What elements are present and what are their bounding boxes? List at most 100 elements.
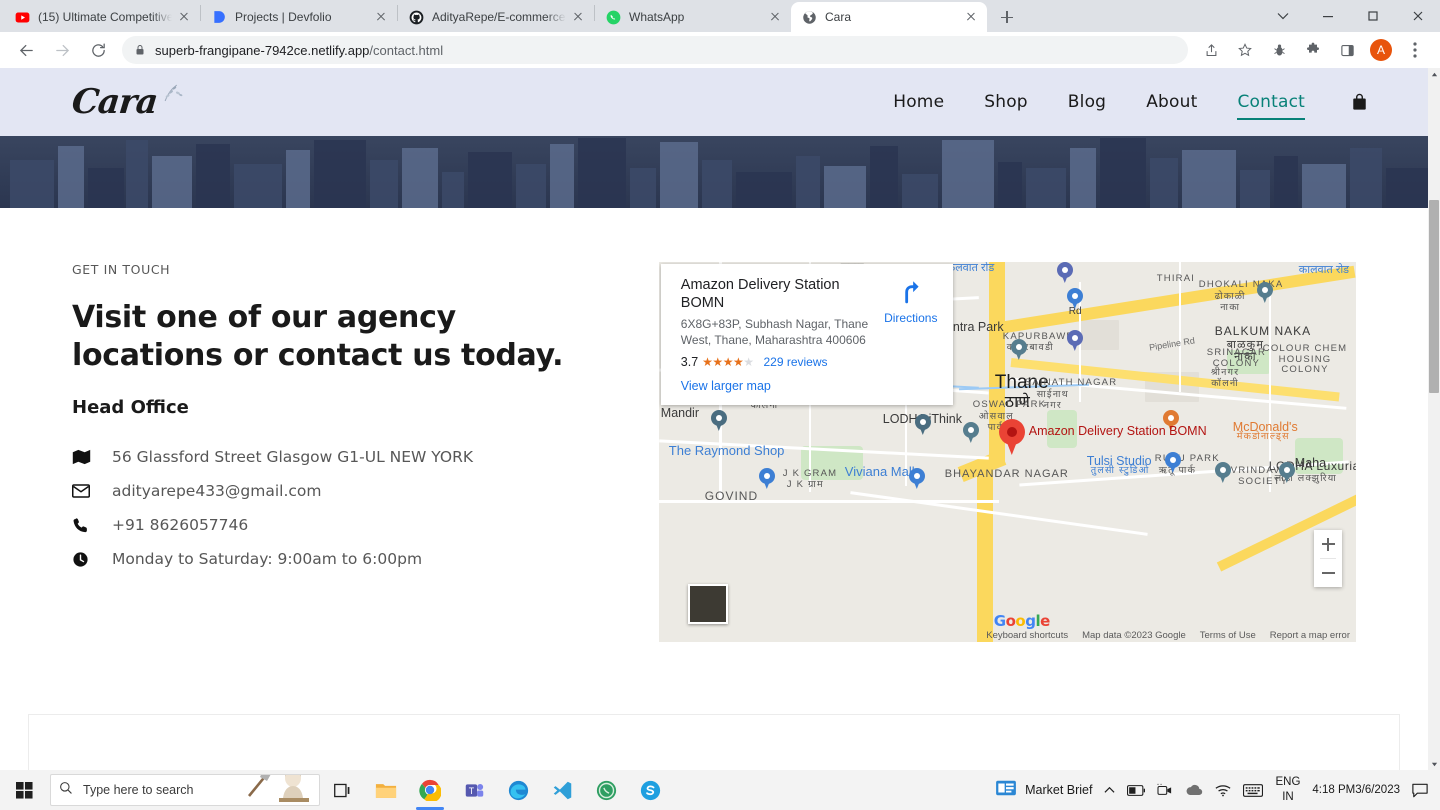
zoom-in-button[interactable] (1314, 530, 1342, 558)
tab-strip: (15) Ultimate Competitive Progra Project… (0, 0, 1440, 32)
rating-value: 3.7 (680, 354, 699, 369)
map-pin (758, 468, 775, 490)
browser-tab[interactable]: (15) Ultimate Competitive Progra (4, 2, 200, 32)
task-view-icon[interactable] (320, 770, 364, 810)
skype-icon[interactable] (628, 770, 672, 810)
map-icon (72, 449, 112, 465)
wifi-icon[interactable] (1209, 770, 1237, 810)
report-map-error-link[interactable]: Report a map error (1270, 630, 1350, 641)
search-illustration-icon (245, 775, 315, 805)
start-button[interactable] (0, 770, 48, 810)
map-pin (710, 410, 727, 432)
teams-icon[interactable]: T (452, 770, 496, 810)
search-input[interactable]: Type here to search (50, 774, 320, 806)
clock[interactable]: 4:18 PM 3/6/2023 (1306, 770, 1406, 810)
reload-icon[interactable] (84, 36, 112, 64)
close-icon[interactable] (176, 9, 192, 25)
hero-banner (0, 136, 1428, 208)
site-logo[interactable]: Cara (69, 82, 183, 122)
google-map[interactable]: PAWAR NAGAR GARDENS उज्ज्वलगार्डन्स वहार… (658, 262, 1356, 642)
map-marker-primary[interactable] (998, 419, 1025, 455)
place-address: 6X8G+83P, Subhash Nagar, Thane West, Tha… (680, 317, 869, 348)
contact-detail-email: adityarepe433@gmail.com (72, 474, 630, 508)
close-icon[interactable] (373, 9, 389, 25)
svg-text:T: T (468, 786, 474, 796)
review-count-link[interactable]: 229 reviews (763, 355, 827, 369)
vscode-icon[interactable] (540, 770, 584, 810)
share-icon[interactable] (1197, 36, 1225, 64)
map-satellite-thumbnail[interactable] (687, 584, 728, 624)
bug-extension-icon[interactable] (1265, 36, 1293, 64)
logo-text: Cara (69, 82, 160, 122)
file-explorer-icon[interactable] (364, 770, 408, 810)
camera-icon[interactable] (1151, 770, 1179, 810)
nav-item-about[interactable]: About (1126, 88, 1217, 116)
tab-search-icon[interactable] (1260, 0, 1305, 32)
map-pin (1010, 339, 1027, 361)
news-widget-icon (995, 779, 1017, 802)
side-panel-icon[interactable] (1333, 36, 1361, 64)
zoom-out-button[interactable] (1314, 559, 1342, 587)
directions-block[interactable]: Directions (883, 276, 939, 393)
edge-icon[interactable] (496, 770, 540, 810)
bookmark-star-icon[interactable] (1231, 36, 1259, 64)
scroll-up-arrow-icon[interactable] (1428, 68, 1440, 80)
map-attribution: Keyboard shortcuts Map data ©2023 Google… (659, 628, 1356, 642)
site-header: Cara Home Shop Blog About Contact (0, 68, 1428, 136)
contact-detail-hours: Monday to Saturday: 9:00am to 6:00pm (72, 542, 630, 576)
close-icon[interactable] (570, 9, 586, 25)
notification-icon[interactable] (1406, 770, 1434, 810)
maximize-button[interactable] (1350, 0, 1395, 32)
nav-item-home[interactable]: Home (873, 88, 964, 116)
contact-details-list: 56 Glassford Street Glasgow G1-UL NEW YO… (72, 440, 630, 576)
site-navigation: Home Shop Blog About Contact (873, 88, 1368, 120)
browser-chrome: (15) Ultimate Competitive Progra Project… (0, 0, 1440, 68)
minimize-button[interactable] (1305, 0, 1350, 32)
nav-item-contact[interactable]: Contact (1217, 88, 1325, 120)
extensions-puzzle-icon[interactable] (1299, 36, 1327, 64)
profile-avatar[interactable]: A (1370, 39, 1392, 61)
language-indicator[interactable]: ENG IN (1269, 770, 1306, 810)
close-icon[interactable] (963, 9, 979, 25)
map-pin (1056, 262, 1073, 284)
place-title: Amazon Delivery Station BOMN (680, 277, 840, 312)
chrome-icon[interactable] (408, 770, 452, 810)
close-window-button[interactable] (1395, 0, 1440, 32)
section-eyebrow: GET IN TOUCH (72, 262, 171, 277)
back-icon[interactable] (12, 36, 40, 64)
terms-of-use-link[interactable]: Terms of Use (1200, 630, 1256, 641)
view-larger-map-link[interactable]: View larger map (681, 379, 875, 393)
page-scrollbar[interactable] (1428, 68, 1440, 770)
browser-tab[interactable]: WhatsApp (595, 2, 791, 32)
battery-icon[interactable] (1121, 770, 1151, 810)
browser-tab[interactable]: Projects | Devfolio (201, 2, 397, 32)
whatsapp-green-icon[interactable] (584, 770, 628, 810)
close-icon[interactable] (767, 9, 783, 25)
rating-stars-icon: ★★★★★ (702, 354, 754, 369)
browser-tab[interactable]: AdityaRepe/E-commerce-website (398, 2, 594, 32)
nav-item-blog[interactable]: Blog (1048, 88, 1126, 116)
shopping-bag-icon[interactable] (1351, 93, 1368, 111)
scrollbar-thumb[interactable] (1429, 200, 1439, 393)
system-tray: Market Brief ENG IN 4:18 PM 3/6/2023 (989, 770, 1440, 810)
browser-tab-active[interactable]: Cara (791, 2, 987, 32)
url-path: /contact.html (369, 42, 444, 58)
onedrive-icon[interactable] (1179, 770, 1209, 810)
hours-text: Monday to Saturday: 9:00am to 6:00pm (112, 550, 423, 569)
page-title: Visit one of our agency locations or con… (72, 300, 564, 374)
new-tab-button[interactable] (993, 3, 1021, 31)
scroll-down-arrow-icon[interactable] (1428, 758, 1440, 770)
map-marker-label: Amazon Delivery Station BOMN (1028, 424, 1207, 438)
map-pin (1214, 462, 1231, 484)
leave-message-section: LEAVE A MESSAGE John Doe (28, 714, 1400, 770)
nav-item-shop[interactable]: Shop (964, 88, 1048, 116)
chrome-menu-icon[interactable] (1401, 36, 1429, 64)
tab-title: Cara (825, 10, 852, 24)
keyboard-icon[interactable] (1237, 770, 1269, 810)
widget-label: Market Brief (1025, 783, 1093, 797)
address-bar[interactable]: superb-frangipane-7942ce.netlify.app/con… (122, 36, 1188, 64)
forward-icon[interactable] (48, 36, 76, 64)
show-hidden-icons-icon[interactable] (1098, 770, 1121, 810)
keyboard-shortcuts-link[interactable]: Keyboard shortcuts (986, 630, 1068, 641)
news-widget[interactable]: Market Brief (989, 770, 1098, 810)
